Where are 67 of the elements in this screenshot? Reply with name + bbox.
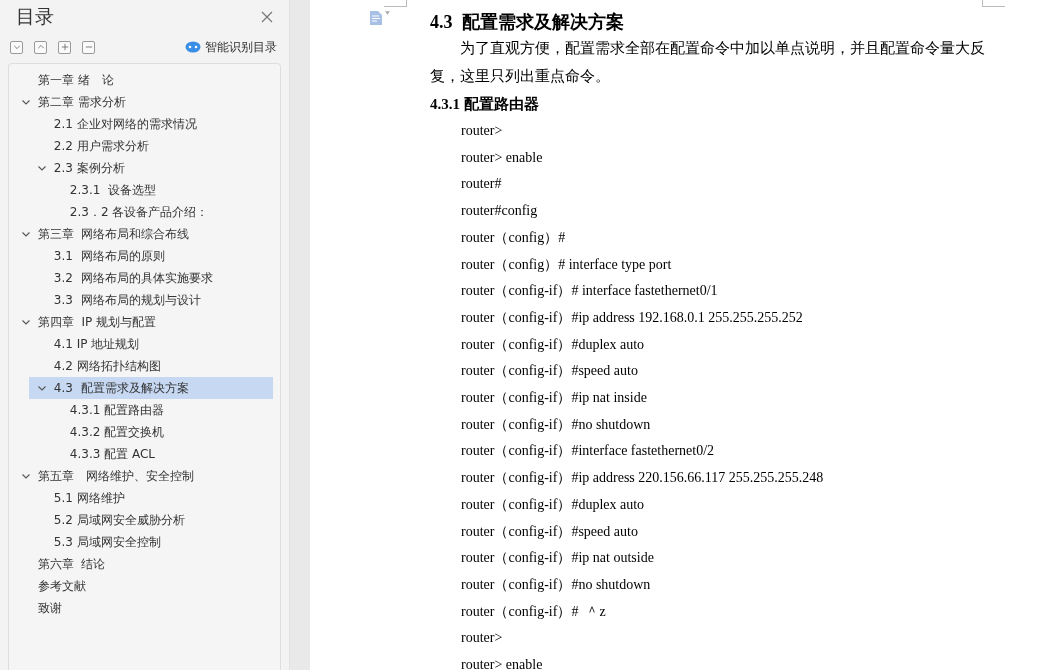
toc-item[interactable]: 2.3.1 设备选型 — [45, 179, 273, 201]
toc-item[interactable]: 2.1 企业对网络的需求情况 — [29, 113, 273, 135]
command-line: router（config）# — [460, 228, 567, 247]
expand-down-button[interactable] — [10, 40, 23, 54]
smart-toc-button[interactable]: 智能识别目录 — [185, 38, 277, 56]
subsection-heading: 4.3.1 配置路由器 — [430, 95, 540, 114]
minus-icon — [84, 43, 93, 51]
chevron-down-icon[interactable] — [21, 97, 31, 107]
toc-item[interactable]: 5.2 局域网安全威胁分析 — [29, 509, 273, 531]
command-line: router（config-if）#ip nat inside — [460, 389, 648, 408]
toc-item[interactable]: 5.1 网络维护 — [29, 487, 273, 509]
paragraph: 为了直观方便，配置需求全部在配置命令中加以单点说明，并且配置命令量大反复，这里只列出重点命令。 — [430, 39, 986, 86]
toc-item[interactable]: 2.3．2 各设备产品介绍： — [45, 201, 273, 223]
cloud-icon — [185, 41, 201, 53]
command-line: router（config-if）#ip address 192.168.0.1 255.255.255.252 — [460, 308, 804, 327]
command-line: router（config-if）#no shutdown — [460, 415, 652, 434]
toc-item[interactable]: 2.2 用户需求分析 — [29, 135, 273, 157]
toc-item[interactable]: 第六章 结论 — [13, 553, 273, 575]
command-line: router（config-if）#ip nat outside — [460, 549, 655, 568]
command-line: router# — [460, 175, 503, 194]
toc-item[interactable]: 第四章 IP 规划与配置 — [13, 311, 273, 333]
toc-item[interactable]: 3.1 网络布局的原则 — [29, 245, 273, 267]
chevron-down-icon[interactable] — [37, 383, 47, 393]
command-line: router（config-if）# interface fastethernet0/1 — [460, 282, 719, 301]
collapse-up-button[interactable] — [34, 40, 47, 54]
chevron-down-icon[interactable] — [37, 163, 47, 173]
toc-item[interactable]: 5.3 局域网安全控制 — [29, 531, 273, 553]
command-line: router（config-if）# ＾z — [460, 602, 607, 621]
toc-item[interactable]: 第二章 需求分析 — [13, 91, 273, 113]
toc-item[interactable]: 3.2 网络布局的具体实施要求 — [29, 267, 273, 289]
toc-item[interactable]: 2.3 案例分析 — [29, 157, 273, 179]
command-line: router（config-if）#speed auto — [460, 522, 639, 541]
close-icon[interactable] — [261, 11, 273, 23]
toc-item[interactable]: 4.3 配置需求及解决方案 — [29, 377, 273, 399]
toc-item[interactable]: 第五章 网络维护、安全控制 — [13, 465, 273, 487]
command-line: router> enable — [460, 656, 544, 670]
collapse-all-button[interactable] — [82, 40, 95, 54]
command-line: router（config-if）#no shutdown — [460, 575, 652, 594]
command-line: router（config-if）#ip address 220.156.66.117 255.255.255.248 — [460, 469, 825, 488]
command-line: router（config）# interface type port — [460, 255, 673, 274]
toc-item[interactable]: 4.3.2 配置交换机 — [45, 421, 273, 443]
command-line: router（config-if）#duplex auto — [460, 495, 646, 514]
chevron-down-icon[interactable] — [21, 471, 31, 481]
toc-item[interactable]: 4.3.1 配置路由器 — [45, 399, 273, 421]
toc-item[interactable]: 参考文献 — [13, 575, 273, 597]
command-line: router> — [460, 629, 504, 648]
plus-icon — [60, 43, 69, 51]
toc-item[interactable]: 第三章 网络布局和综合布线 — [13, 223, 273, 245]
command-line: router（config-if）#duplex auto — [460, 335, 646, 354]
toc-item[interactable]: 3.3 网络布局的规划与设计 — [29, 289, 273, 311]
toc-item[interactable]: 致谢 — [13, 597, 273, 619]
sidebar-title: 目录 — [16, 4, 54, 29]
command-line: router（config-if）#interface fastethernet0/2 — [460, 442, 716, 461]
chevron-down-icon — [12, 43, 21, 51]
toc-item[interactable]: 4.3.3 配置 ACL — [45, 443, 273, 465]
command-line: router> — [460, 122, 504, 140]
expand-all-button[interactable] — [58, 40, 71, 54]
toc-item[interactable]: 第一章 绪 论 — [13, 69, 273, 91]
command-line: router> enable — [460, 148, 544, 167]
chevron-down-icon[interactable] — [21, 229, 31, 239]
command-line: router#config — [460, 202, 539, 221]
toc-item[interactable]: 4.2 网络拓扑结构图 — [29, 355, 273, 377]
chevron-up-icon — [36, 43, 45, 51]
command-line: router（config-if）#speed auto — [460, 362, 639, 381]
toc-item[interactable]: 4.1 IP 地址规划 — [29, 333, 273, 355]
chevron-down-icon[interactable] — [21, 317, 31, 327]
section-heading: 4.3 配置需求及解决方案 — [430, 11, 625, 34]
